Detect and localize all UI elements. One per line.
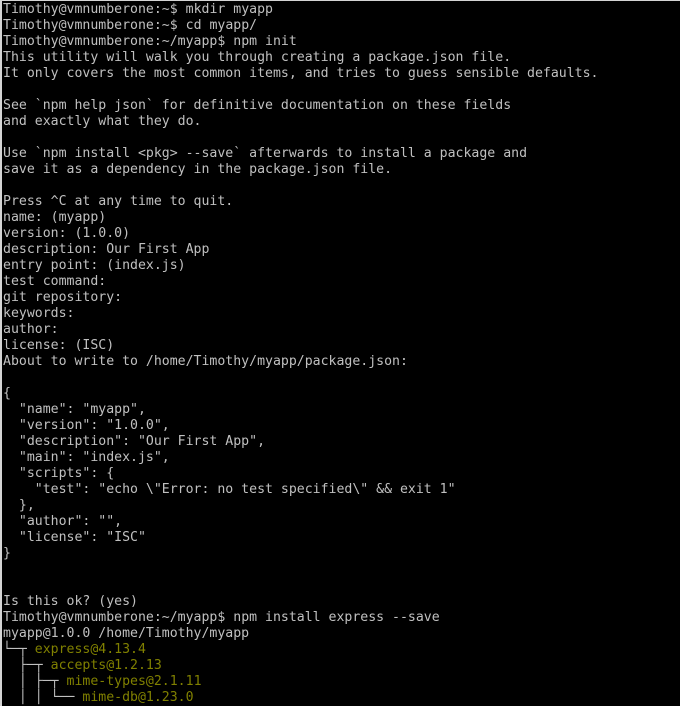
command-line: Timothy@vmnumberone:~$ cd myapp/ — [3, 18, 680, 34]
command-line: Timothy@vmnumberone:~/myapp$ npm install… — [3, 610, 680, 626]
command-text: cd myapp/ — [185, 18, 258, 33]
output-line: test command: — [3, 274, 107, 289]
package-name: express@4.13.4 — [34, 642, 146, 657]
tree-branch-glyph: ├─┬ — [3, 658, 51, 673]
output-line: "author": "", — [3, 514, 123, 529]
output-line: Is this ok? (yes) — [3, 594, 138, 609]
output-line: This utility will walk you through creat… — [3, 50, 512, 65]
output-line: "description": "Our First App", — [3, 434, 266, 449]
package-name: accepts@1.2.13 — [50, 658, 162, 673]
output-line: save it as a dependency in the package.j… — [3, 162, 393, 177]
command-line: Timothy@vmnumberone:~/myapp$ npm init — [3, 34, 680, 50]
tree-branch-glyph: │ ├─┬ — [3, 674, 67, 689]
shell-prompt: Timothy@vmnumberone:~$ — [3, 18, 186, 33]
output-line: license: (ISC) — [3, 338, 115, 353]
dependency-tree-row: │ ├─┬ mime-types@2.1.11 — [3, 674, 680, 690]
command-text: npm install express --save — [233, 610, 440, 625]
output-line: See `npm help json` for definitive docum… — [3, 98, 512, 113]
command-text: mkdir myapp — [185, 2, 273, 17]
output-line: "name": "myapp", — [3, 402, 146, 417]
output-line: "scripts": { — [3, 466, 115, 481]
output-line: } — [3, 546, 11, 561]
dependency-tree-row: ├─┬ accepts@1.2.13 — [3, 658, 680, 674]
output-line: "main": "index.js", — [3, 450, 170, 465]
output-line: { — [3, 386, 11, 401]
command-line: Timothy@vmnumberone:~$ mkdir myapp — [3, 2, 680, 18]
output-line: version: (1.0.0) — [3, 226, 131, 241]
output-line: author: — [3, 322, 59, 337]
output-line: entry point: (index.js) — [3, 258, 186, 273]
dependency-tree-row: └─┬ express@4.13.4 — [3, 642, 680, 658]
output-line: description: Our First App — [3, 242, 210, 257]
package-name: mime-db@1.23.0 — [82, 690, 194, 705]
output-line: git repository: — [3, 290, 123, 305]
shell-prompt: Timothy@vmnumberone:~/myapp$ — [3, 34, 234, 49]
output-line: Press ^C at any time to quit. — [3, 194, 234, 209]
output-line: Use `npm install <pkg> --save` afterward… — [3, 146, 528, 161]
output-line: "version": "1.0.0", — [3, 418, 170, 433]
package-name: mime-types@2.1.11 — [66, 674, 202, 689]
shell-prompt: Timothy@vmnumberone:~/myapp$ — [3, 610, 234, 625]
output-line: myapp@1.0.0 /home/Timothy/myapp — [3, 626, 250, 641]
tree-branch-glyph: └─┬ — [3, 642, 35, 657]
output-line: "test": "echo \"Error: no test specified… — [3, 482, 456, 497]
terminal-window[interactable]: Timothy@vmnumberone:~$ mkdir myapp Timoth… — [0, 0, 680, 706]
output-line: It only covers the most common items, an… — [3, 66, 599, 81]
tree-branch-glyph: │ │ └── — [3, 690, 83, 705]
command-text: npm init — [233, 34, 297, 49]
output-line: About to write to /home/Timothy/myapp/pa… — [3, 354, 408, 369]
shell-prompt: Timothy@vmnumberone:~$ — [3, 2, 186, 17]
output-line: }, — [3, 498, 35, 513]
output-line: keywords: — [3, 306, 75, 321]
output-line: and exactly what they do. — [3, 114, 202, 129]
dependency-tree-row: │ │ └── mime-db@1.23.0 — [3, 690, 680, 706]
output-line: name: (myapp) — [3, 210, 107, 225]
output-line: "license": "ISC" — [3, 530, 146, 545]
